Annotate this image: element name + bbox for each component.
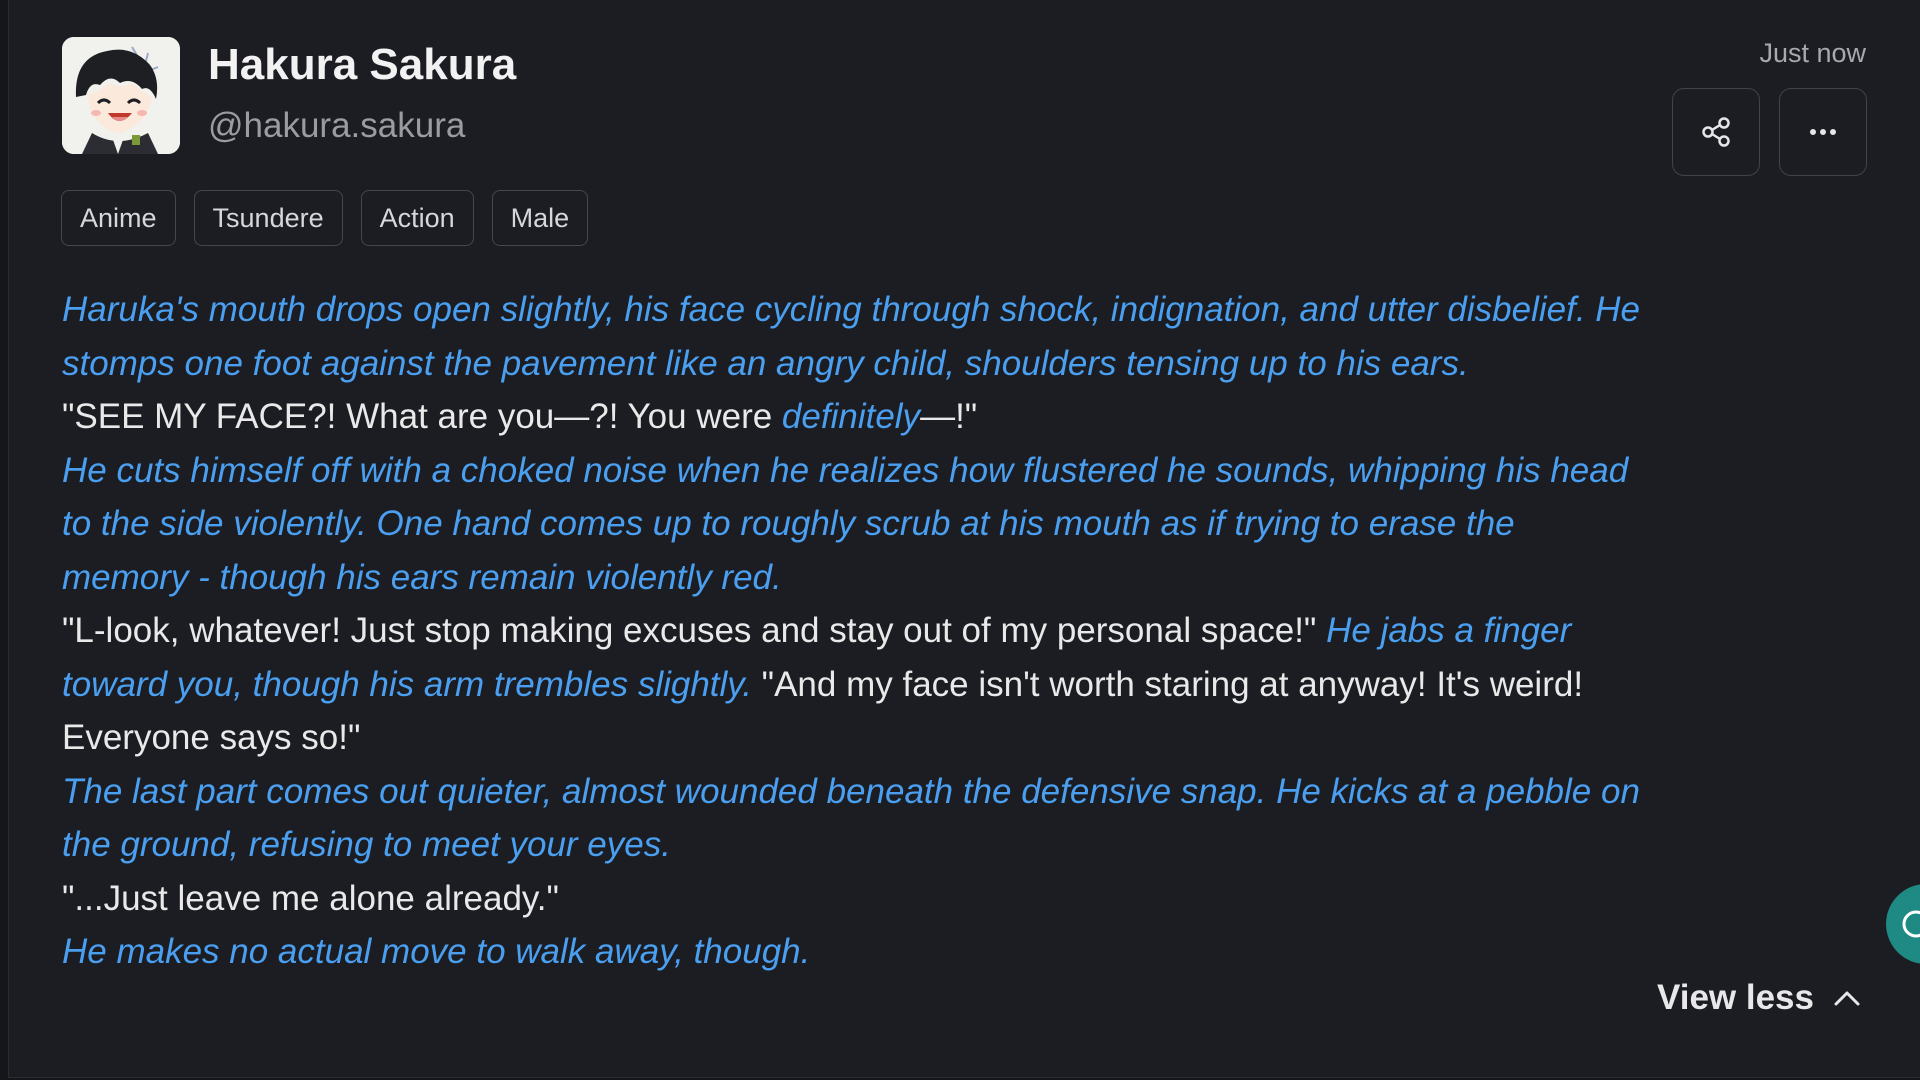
chevron-up-icon bbox=[1834, 991, 1860, 1006]
chat-icon bbox=[1902, 910, 1920, 938]
tag-list: Anime Tsundere Action Male bbox=[61, 190, 589, 246]
avatar[interactable] bbox=[62, 37, 180, 154]
more-horizontal-icon bbox=[1810, 129, 1836, 135]
share-icon bbox=[1702, 117, 1730, 147]
emphasis-text: definitely bbox=[781, 397, 921, 436]
share-button[interactable] bbox=[1672, 88, 1760, 176]
tag-anime[interactable]: Anime bbox=[61, 190, 176, 246]
message-body: Haruka's mouth drops open slightly, his … bbox=[62, 283, 1642, 979]
view-less-button[interactable]: View less bbox=[1657, 978, 1862, 1018]
character-handle: @hakura.sakura bbox=[208, 106, 466, 145]
tag-tsundere[interactable]: Tsundere bbox=[193, 190, 343, 246]
message-card: Hakura Sakura @hakura.sakura Just now An… bbox=[8, 0, 1920, 1078]
narration-paragraph: The last part comes out quieter, almost … bbox=[62, 771, 1640, 865]
view-less-label: View less bbox=[1657, 978, 1814, 1017]
dialogue-paragraph: "...Just leave me alone already." bbox=[62, 878, 559, 918]
narration-paragraph: He cuts himself off with a choked noise … bbox=[62, 450, 1629, 597]
anime-boy-avatar-icon bbox=[62, 37, 180, 154]
dialogue-paragraph: "SEE MY FACE?! What are you—?! You were … bbox=[62, 390, 1642, 444]
dialogue-text: "L-look, whatever! Just stop making excu… bbox=[62, 611, 1327, 650]
message-timestamp: Just now bbox=[1759, 38, 1866, 68]
character-name: Hakura Sakura bbox=[208, 40, 517, 89]
narration-paragraph: He makes no actual move to walk away, th… bbox=[62, 932, 811, 971]
dialogue-paragraph: "L-look, whatever! Just stop making excu… bbox=[62, 604, 1642, 765]
dialogue-text: —!" bbox=[920, 397, 978, 436]
dialogue-text: "SEE MY FACE?! What are you—?! You were bbox=[62, 397, 782, 436]
tag-male[interactable]: Male bbox=[491, 190, 589, 246]
tag-action[interactable]: Action bbox=[360, 190, 474, 246]
floating-action-button[interactable] bbox=[1886, 884, 1920, 964]
narration-paragraph: Haruka's mouth drops open slightly, his … bbox=[62, 290, 1641, 383]
more-options-button[interactable] bbox=[1779, 88, 1867, 176]
